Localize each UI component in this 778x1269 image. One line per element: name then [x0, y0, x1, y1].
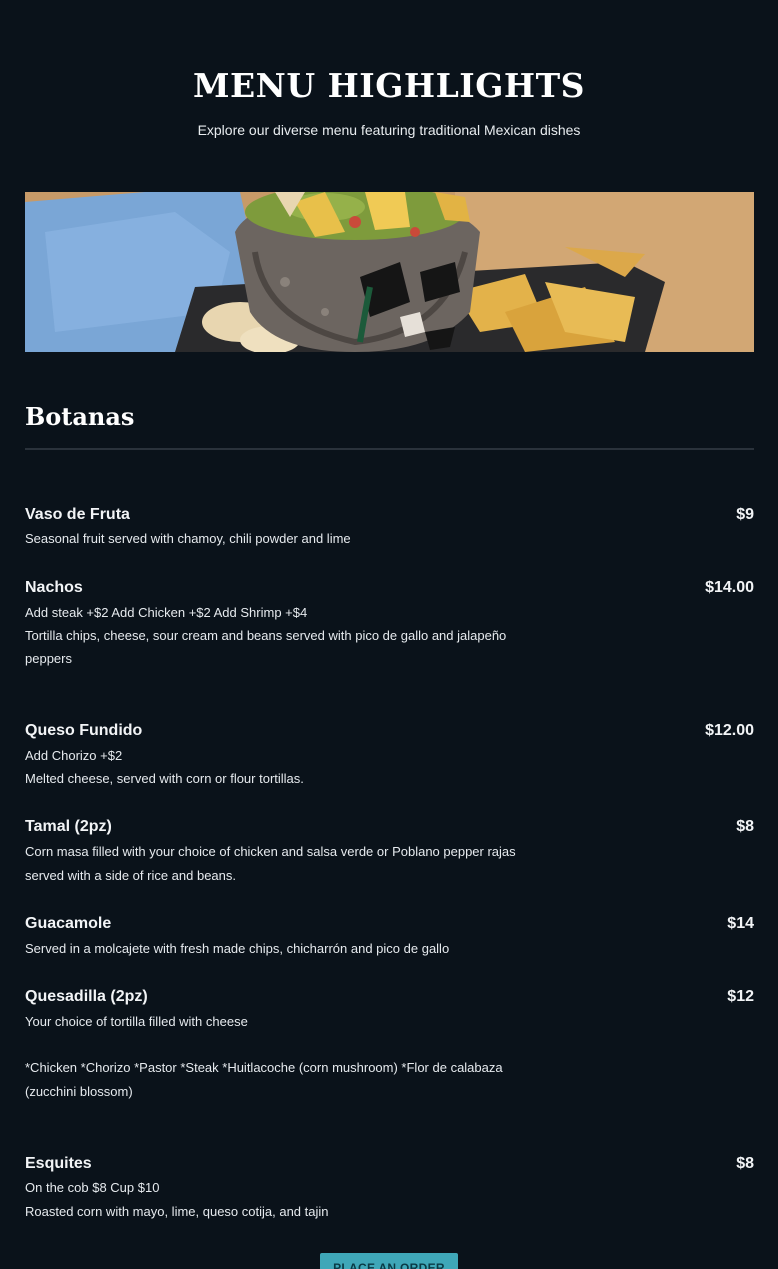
banner-image: [25, 192, 754, 352]
page-subtitle: Explore our diverse menu featuring tradi…: [197, 122, 581, 138]
item-name: Quesadilla (2pz): [25, 988, 148, 1005]
item-addons: Add steak +$2 Add Chicken +$2 Add Shrimp…: [25, 605, 308, 620]
item-description: Roasted corn with mayo, lime, queso coti…: [25, 1204, 329, 1219]
place-order-button[interactable]: PLACE AN ORDER: [320, 1253, 458, 1269]
item-name: Esquites: [25, 1155, 92, 1172]
item-description-cont: peppers: [25, 651, 72, 666]
item-price: $8: [736, 818, 754, 835]
item-addons: Add Chorizo +$2: [25, 748, 123, 763]
item-description: Tortilla chips, cheese, sour cream and b…: [25, 628, 507, 643]
page: MENU HIGHLIGHTS Explore our diverse menu…: [0, 0, 778, 1269]
page-title: MENU HIGHLIGHTS: [193, 66, 585, 105]
item-name: Queso Fundido: [25, 722, 143, 739]
menu-item: Guacamole $14 Served in a molcajete with…: [25, 915, 754, 961]
item-options: On the cob $8 Cup $10: [25, 1180, 160, 1195]
item-description: Served in a molcajete with fresh made ch…: [25, 941, 450, 956]
item-name: Tamal (2pz): [25, 818, 112, 835]
menu-item: Vaso de Fruta $9 Seasonal fruit served w…: [25, 506, 754, 550]
item-name: Nachos: [25, 579, 83, 596]
item-price: $14.00: [705, 579, 754, 596]
item-price: $12.00: [705, 722, 754, 739]
menu-item: Quesadilla (2pz) $12 Your choice of tort…: [25, 988, 754, 1103]
item-price: $12: [727, 988, 754, 1005]
item-fillings-cont: (zucchini blossom): [25, 1084, 133, 1099]
item-fillings: *Chicken *Chorizo *Pastor *Steak *Huitla…: [25, 1060, 503, 1075]
section-title: Botanas: [25, 402, 135, 431]
item-description-cont: served with a side of rice and beans.: [25, 868, 237, 883]
menu-item: Tamal (2pz) $8 Corn masa filled with you…: [25, 818, 754, 888]
item-description: Your choice of tortilla filled with chee…: [25, 1014, 248, 1029]
menu-item: Nachos $14.00 Add steak +$2 Add Chicken …: [25, 579, 754, 671]
item-name: Guacamole: [25, 915, 112, 932]
menu-item: Queso Fundido $12.00 Add Chorizo +$2 Mel…: [25, 722, 754, 792]
item-price: $9: [736, 506, 754, 523]
section-divider: [25, 448, 754, 450]
item-description: Corn masa filled with your choice of chi…: [25, 844, 516, 859]
item-description: Seasonal fruit served with chamoy, chili…: [25, 531, 351, 546]
item-price: $8: [736, 1155, 754, 1172]
item-price: $14: [727, 915, 754, 932]
menu-item: Esquites $8 On the cob $8 Cup $10 Roaste…: [25, 1155, 754, 1225]
item-name: Vaso de Fruta: [25, 506, 130, 523]
item-description: Melted cheese, served with corn or flour…: [25, 771, 304, 786]
